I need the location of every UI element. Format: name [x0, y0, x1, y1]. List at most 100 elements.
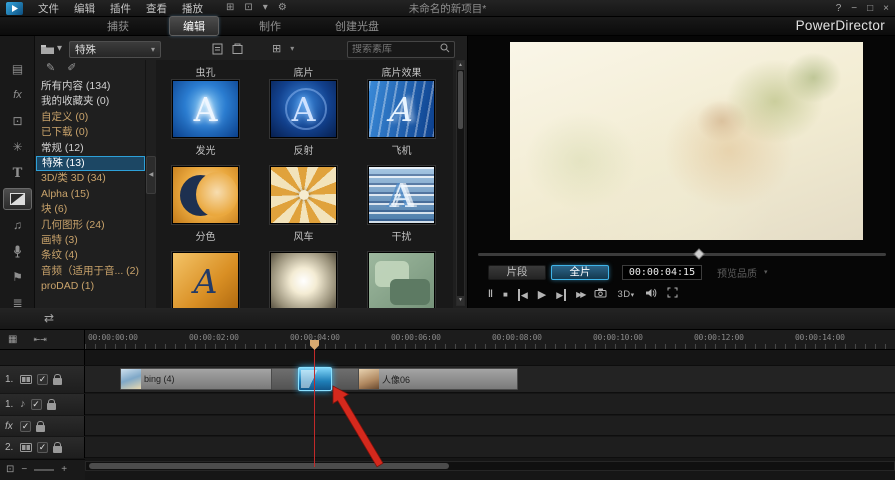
category-all[interactable]: 所有内容 (134) [36, 79, 145, 94]
transition-thumb-flash[interactable] [270, 252, 337, 308]
clip-mode-button[interactable]: 片段 [488, 264, 546, 280]
import-file-icon[interactable] [212, 43, 223, 55]
room-effects[interactable]: fx [3, 84, 32, 106]
video-track-2-content[interactable] [85, 437, 895, 458]
category-stripes[interactable]: 条纹 (4) [36, 248, 145, 263]
category-general[interactable]: 常规 (12) [36, 141, 145, 156]
video-track-1-header[interactable]: 1. ✓ [0, 366, 85, 393]
search-icon[interactable] [440, 43, 450, 56]
dropdown-caret-icon[interactable]: ▾ [263, 3, 268, 13]
brush-tool-icon[interactable]: ✐ [67, 63, 76, 74]
search-input[interactable] [352, 43, 437, 55]
scroll-up-icon[interactable]: ▲ [457, 61, 464, 70]
library-scrollbar[interactable]: ▲ ▼ [456, 60, 465, 306]
preview-quality-label[interactable]: 预览品质 [717, 265, 757, 280]
seek-bar[interactable] [478, 248, 886, 260]
room-pip-objects[interactable]: ⊡ [3, 110, 32, 132]
scrollbar-thumb[interactable] [458, 71, 463, 129]
quality-caret-icon[interactable]: ▾ [764, 269, 768, 276]
category-custom[interactable]: 自定义 (0) [36, 110, 145, 125]
import-folder-icon[interactable] [232, 43, 243, 55]
pen-tool-icon[interactable]: ✎ [46, 63, 55, 74]
track-lock-icon[interactable] [53, 374, 62, 385]
category-paint[interactable]: 画特 (3) [36, 233, 145, 248]
tab-create-disc[interactable]: 创建光盘 [321, 16, 393, 36]
track-enable-checkbox[interactable]: ✓ [37, 374, 48, 385]
menu-play[interactable]: 播放 [182, 1, 203, 16]
collapse-tracks-icon[interactable]: ⇤⇥ [33, 335, 46, 344]
help-button[interactable]: ? [836, 3, 842, 14]
scroll-down-icon[interactable]: ▼ [457, 296, 464, 305]
grid-view-icon[interactable]: ⊞ [272, 43, 281, 55]
transition-thumb-interference[interactable] [368, 166, 435, 224]
timeline-ruler[interactable]: 00:00:00:00 00:00:02:00 00:00:04:00 00:0… [85, 330, 895, 350]
zoom-slider[interactable] [34, 469, 55, 471]
minimize-button[interactable]: − [851, 3, 857, 14]
menu-edit[interactable]: 编辑 [74, 1, 95, 16]
timeline-scrollbar[interactable] [85, 461, 895, 471]
fit-timeline-icon[interactable]: ⊡ [6, 465, 14, 475]
video-track-1-content[interactable]: bing (4) 人像06 [85, 366, 895, 393]
fast-forward-button[interactable]: ▶▶ [576, 289, 586, 301]
close-button[interactable]: × [883, 3, 889, 14]
snapshot-camera-button[interactable] [594, 288, 607, 302]
transition-thumb-glow[interactable] [172, 80, 239, 138]
audio-track-1-header[interactable]: 1. ♪ ✓ [0, 394, 85, 415]
transition-thumb-pinwheel[interactable] [270, 166, 337, 224]
volume-button[interactable] [645, 288, 657, 302]
collapse-categories-button[interactable]: ◀ [146, 156, 156, 194]
zoom-out-button[interactable]: − [21, 465, 27, 475]
category-downloaded[interactable]: 已下载 (0) [36, 125, 145, 140]
transition-clip-selected[interactable] [298, 367, 332, 391]
menu-plugins[interactable]: 插件 [110, 1, 131, 16]
category-geometry[interactable]: 几何图形 (24) [36, 218, 145, 233]
settings-gear-icon[interactable]: ⚙ [278, 3, 287, 13]
3d-mode-button[interactable]: 3D▾ [617, 289, 634, 301]
category-alpha[interactable]: Alpha (15) [36, 187, 145, 202]
tab-capture[interactable]: 捕获 [93, 16, 143, 36]
room-media[interactable]: ▤ [3, 58, 32, 80]
monitor-icon[interactable]: ⊡ [244, 3, 252, 13]
timeline-clip-portrait[interactable]: 人像06 [358, 368, 518, 390]
category-prodad[interactable]: proDAD (1) [36, 279, 145, 294]
transition-thumb-airplane[interactable] [368, 80, 435, 138]
category-3d[interactable]: 3D/类 3D (34) [36, 171, 145, 186]
seek-knob[interactable] [693, 248, 705, 260]
pause-button[interactable]: ‖ [488, 289, 493, 301]
movie-mode-button[interactable]: 全片 [551, 264, 609, 280]
category-favorites[interactable]: 我的收藏夹 (0) [36, 94, 145, 109]
track-lock-icon[interactable] [46, 399, 56, 410]
transition-thumb-ornate[interactable] [172, 252, 239, 308]
layout-icon[interactable]: ⊞ [226, 3, 234, 13]
menu-file[interactable]: 文件 [38, 1, 59, 16]
transition-thumb-reflection[interactable] [270, 80, 337, 138]
import-media-icon[interactable]: ▾ [40, 44, 62, 55]
timecode-display[interactable]: 00:00:04:15 [622, 264, 702, 280]
timeline-scrollbar-thumb[interactable] [89, 463, 449, 469]
next-frame-button[interactable]: ▶ [556, 288, 567, 301]
menu-view[interactable]: 查看 [146, 1, 167, 16]
room-transitions[interactable] [3, 188, 32, 210]
audio-track-1-content[interactable] [85, 394, 895, 415]
transition-thumb-color-split[interactable] [172, 166, 239, 224]
track-lock-icon[interactable] [36, 420, 45, 432]
room-particles[interactable]: ✳ [3, 136, 32, 158]
room-titles[interactable]: T [3, 162, 32, 184]
fullscreen-button[interactable] [667, 287, 678, 302]
tab-produce[interactable]: 制作 [245, 16, 295, 36]
view-caret-icon[interactable]: ▾ [290, 45, 294, 53]
play-button[interactable]: ▶ [538, 289, 546, 301]
track-lock-icon[interactable] [53, 442, 62, 453]
room-chapters[interactable]: ⚑ [3, 266, 32, 288]
room-audio-mixing[interactable]: ♫ [3, 214, 32, 236]
track-enable-checkbox[interactable]: ✓ [37, 442, 48, 453]
tab-edit[interactable]: 编辑 [169, 16, 219, 36]
stop-button[interactable]: ■ [503, 289, 508, 301]
zoom-in-button[interactable]: + [61, 465, 67, 475]
transition-thumb-blocks[interactable] [368, 252, 435, 308]
track-enable-checkbox[interactable]: ✓ [20, 420, 31, 432]
timeline-clip-bing[interactable]: bing (4) [120, 368, 272, 390]
category-blocks[interactable]: 块 (6) [36, 202, 145, 217]
category-special[interactable]: 特殊 (13) [36, 155, 145, 172]
video-track-2-header[interactable]: 2. ✓ [0, 437, 85, 458]
